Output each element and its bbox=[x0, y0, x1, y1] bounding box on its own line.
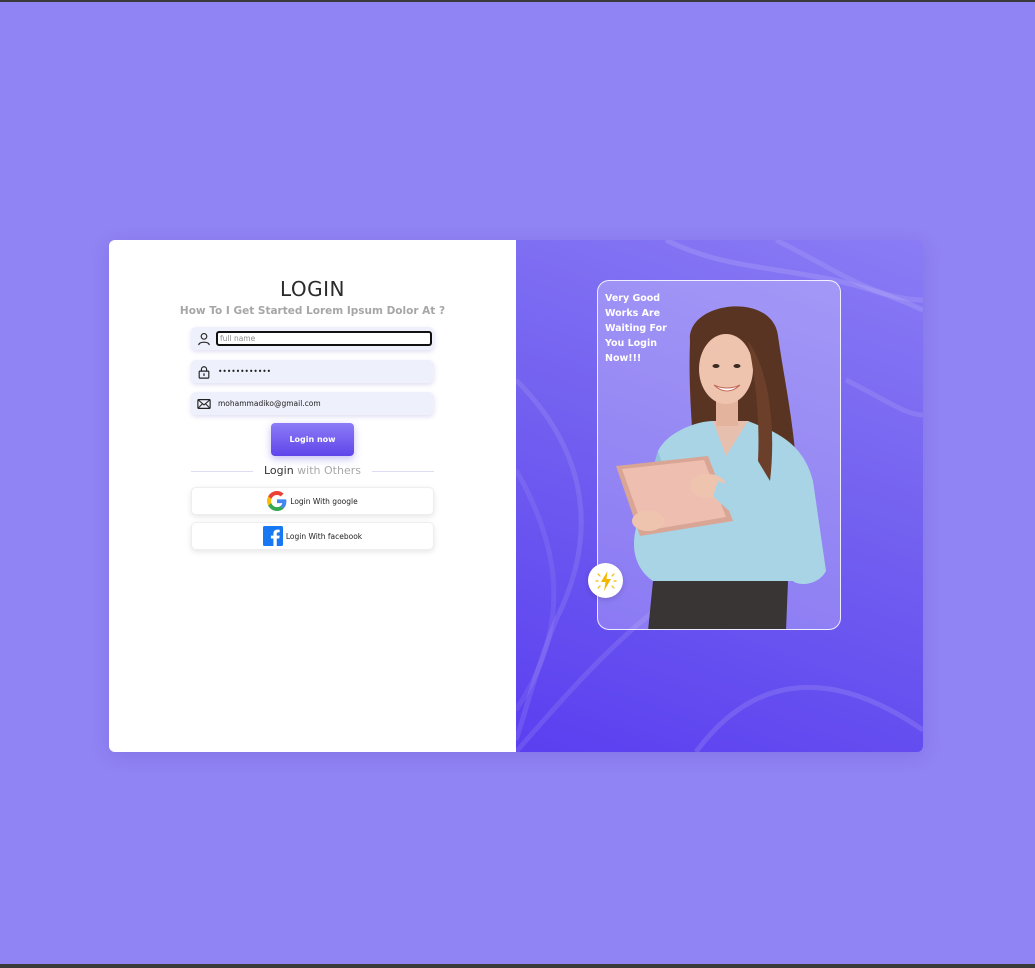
divider-text-primary: Login bbox=[264, 464, 294, 477]
page-title: LOGIN bbox=[279, 277, 346, 301]
login-panel: LOGIN How To I Get Started Lorem Ipsum D… bbox=[109, 240, 516, 752]
google-icon bbox=[267, 491, 287, 511]
email-field bbox=[191, 392, 434, 415]
user-icon bbox=[196, 331, 212, 347]
login-with-others-divider: Login with Others bbox=[191, 464, 434, 478]
page-subtitle: How To I Get Started Lorem Ipsum Dolor A… bbox=[179, 305, 446, 317]
lightning-badge bbox=[588, 563, 623, 598]
lightning-icon bbox=[594, 570, 617, 591]
google-login-label: Login With google bbox=[290, 496, 358, 506]
password-input[interactable] bbox=[216, 364, 432, 379]
window-top-edge bbox=[0, 0, 1035, 2]
facebook-login-label: Login With facebook bbox=[285, 531, 363, 541]
google-login-button[interactable]: Login With google bbox=[191, 487, 434, 515]
promo-panel: Very Good Works Are Waiting For You Logi… bbox=[516, 240, 923, 752]
divider-text: Login with Others bbox=[191, 464, 434, 477]
email-input[interactable] bbox=[216, 396, 432, 411]
window-bottom-edge bbox=[0, 964, 1035, 968]
facebook-login-button[interactable]: Login With facebook bbox=[191, 522, 434, 550]
fullname-input[interactable] bbox=[216, 331, 432, 346]
facebook-icon bbox=[262, 526, 283, 546]
login-button[interactable]: Login now bbox=[271, 423, 354, 456]
promo-text: Very Good Works Are Waiting For You Logi… bbox=[605, 293, 667, 364]
lock-icon bbox=[196, 364, 212, 380]
login-card: LOGIN How To I Get Started Lorem Ipsum D… bbox=[109, 240, 923, 752]
mail-icon bbox=[196, 396, 212, 412]
promo-photo-card: Very Good Works Are Waiting For You Logi… bbox=[597, 280, 841, 630]
fullname-field bbox=[191, 327, 434, 350]
password-field bbox=[191, 360, 434, 383]
divider-text-secondary: with Others bbox=[293, 464, 361, 477]
